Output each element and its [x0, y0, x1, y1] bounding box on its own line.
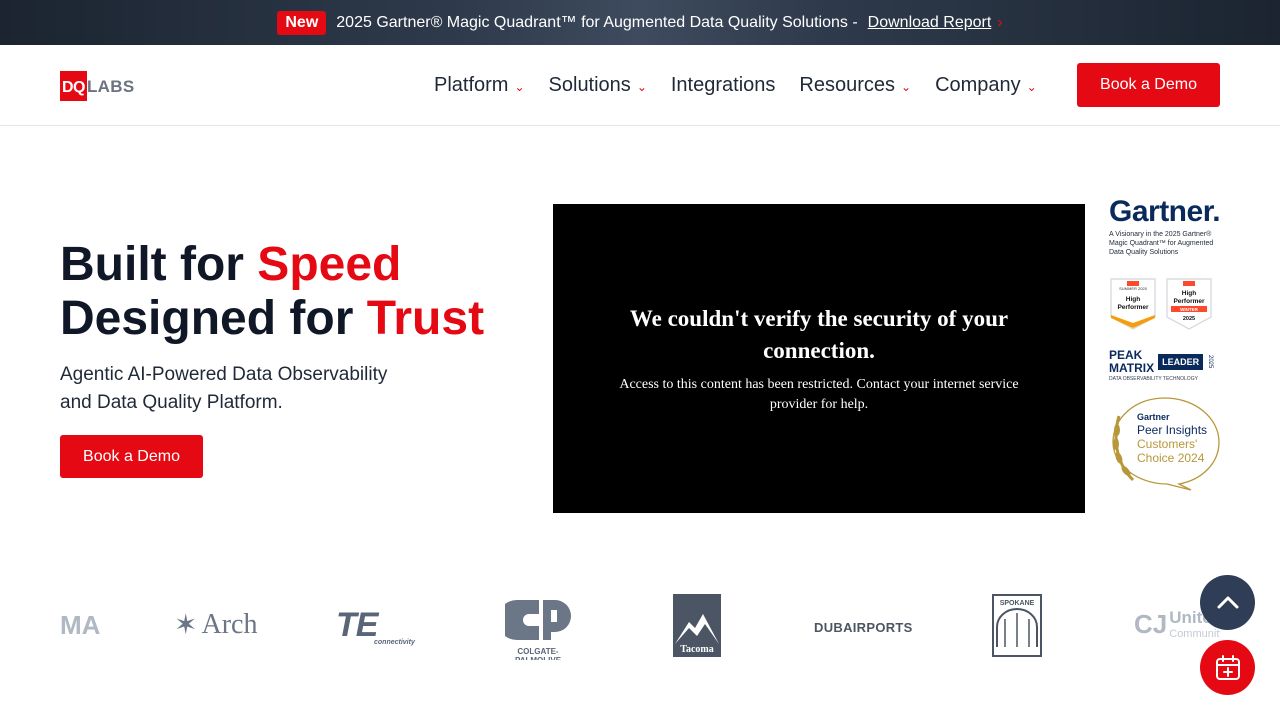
- title-accent-trust: Trust: [366, 292, 485, 345]
- title-accent-speed: Speed: [257, 238, 402, 291]
- logo-spokane: SPOKANE: [992, 594, 1042, 657]
- te-sub: connectivity: [374, 639, 415, 646]
- download-report-link[interactable]: Download Report: [868, 14, 992, 32]
- nav-label: Company: [935, 73, 1021, 96]
- arch-text: Arch: [201, 608, 258, 640]
- g2-right-season: WINTER: [1180, 307, 1198, 312]
- mountain-icon: [675, 614, 719, 644]
- logo-arch: ✶ Arch: [174, 608, 257, 641]
- tacoma-text: Tacoma: [680, 644, 714, 655]
- bridge-icon: [996, 608, 1038, 647]
- matrix-word: MATRIX: [1109, 361, 1155, 375]
- nav-resources[interactable]: Resources ⌄: [799, 74, 911, 97]
- calendar-plus-icon: [1215, 654, 1240, 680]
- title-part: Built for: [60, 238, 258, 291]
- customer-logos-strip: MA ✶ Arch TE connectivity COLGATE-PALMOL…: [60, 590, 1220, 660]
- announcement-text: 2025 Gartner® Magic Quadrant™ for Augmen…: [336, 13, 858, 31]
- gartner-caption: A Visionary in the 2025 Gartner® Magic Q…: [1109, 231, 1214, 256]
- peak-text-block: PEAK MATRIX: [1109, 349, 1154, 375]
- star-icon: ✶: [174, 609, 198, 640]
- schedule-meeting-button[interactable]: [1200, 640, 1255, 695]
- hero-subtitle: Agentic AI-Powered Data Observability an…: [60, 364, 388, 413]
- pi-peer-insights: Peer Insights: [1137, 423, 1207, 437]
- logo-colgate: COLGATE-PALMOLIVE: [495, 594, 581, 660]
- pi-gartner: Gartner: [1137, 412, 1170, 422]
- logo-dubai-airports: DUBAIRPORTS: [814, 620, 913, 635]
- main-nav: Platform ⌄ Solutions ⌄ Integrations Reso…: [434, 45, 1037, 125]
- nav-label: Solutions: [548, 73, 631, 96]
- hero-book-demo-button[interactable]: Book a Demo: [60, 435, 203, 478]
- nav-platform[interactable]: Platform ⌄: [434, 74, 525, 97]
- logo-te: TE connectivity: [336, 606, 415, 646]
- chevron-down-icon: ⌄: [1026, 79, 1037, 94]
- video-embed[interactable]: We couldn't verify the security of your …: [553, 204, 1085, 513]
- nav-company[interactable]: Company ⌄: [935, 74, 1037, 97]
- gartner-logo: Gartner.: [1109, 195, 1221, 228]
- peer-insights-laurel-icon: Gartner Peer Insights Customers' Choice …: [1112, 397, 1220, 491]
- g2-left-l1: High: [1126, 296, 1140, 303]
- pi-customers: Customers': [1137, 437, 1197, 451]
- logo-dq: DQ: [60, 71, 87, 101]
- awards-column: Gartner. A Visionary in the 2025 Gartner…: [1109, 196, 1221, 497]
- g2-right-l1: High: [1182, 290, 1196, 297]
- g2-badges: SUMMER 2025 High Performer High Performe…: [1109, 277, 1221, 331]
- pi-choice: Choice 2024: [1137, 451, 1205, 465]
- chevron-right-icon: ›: [997, 13, 1003, 31]
- peak-leader-label: LEADER: [1158, 354, 1204, 370]
- announcement-bar: New 2025 Gartner® Magic Quadrant™ for Au…: [0, 0, 1280, 45]
- chevron-down-icon: ⌄: [514, 79, 525, 94]
- spokane-text: SPOKANE: [999, 600, 1035, 607]
- nav-integrations[interactable]: Integrations: [671, 74, 776, 97]
- g2-right-year: 2025: [1183, 316, 1195, 322]
- header-book-demo-button[interactable]: Book a Demo: [1077, 63, 1220, 107]
- te-text: TE: [336, 606, 378, 644]
- dqlabs-logo[interactable]: DQ LABS: [60, 71, 134, 101]
- g2-winter-badge-icon: High Performer WINTER 2025: [1166, 278, 1212, 330]
- g2-left-l2: Performer: [1117, 304, 1149, 311]
- g2-right-l2: Performer: [1173, 298, 1205, 305]
- nav-label: Platform: [434, 73, 509, 96]
- chevron-down-icon: ⌄: [901, 79, 912, 94]
- site-header: DQ LABS Platform ⌄ Solutions ⌄ Integrati…: [0, 45, 1280, 126]
- logo-labs: LABS: [87, 77, 135, 96]
- logo-tacoma: Tacoma: [673, 594, 721, 657]
- g2-summer-badge-icon: SUMMER 2025 High Performer: [1110, 278, 1156, 330]
- colgate-text: COLGATE-PALMOLIVE: [515, 647, 561, 660]
- nav-label: Integrations: [670, 73, 776, 96]
- title-part: Designed for: [60, 292, 367, 345]
- nav-solutions[interactable]: Solutions ⌄: [549, 74, 647, 97]
- uc-mark-icon: CJ: [1134, 608, 1168, 639]
- chevron-down-icon: ⌄: [636, 79, 647, 94]
- peak-caption: DATA OBSERVABILITY TECHNOLOGY: [1109, 376, 1198, 382]
- nav-label: Resources: [799, 73, 895, 96]
- video-error-body: Access to this content has been restrict…: [619, 376, 1019, 412]
- peak-year: 2025: [1207, 355, 1214, 369]
- new-badge: New: [277, 10, 327, 35]
- hero-title: Built for Speed Designed for Trust: [60, 238, 484, 346]
- scroll-to-top-button[interactable]: [1200, 575, 1255, 630]
- logo-partial-ma: MA: [60, 610, 101, 640]
- united-sub: Community: [1169, 628, 1220, 640]
- g2-left-season: SUMMER 2025: [1119, 286, 1148, 291]
- chevron-up-icon: [1217, 596, 1238, 608]
- peak-matrix-badge: PEAK MATRIX LEADER 2025: [1109, 349, 1221, 375]
- colgate-cp-icon: [497, 600, 571, 640]
- video-error-heading: We couldn't verify the security of your …: [629, 305, 1009, 363]
